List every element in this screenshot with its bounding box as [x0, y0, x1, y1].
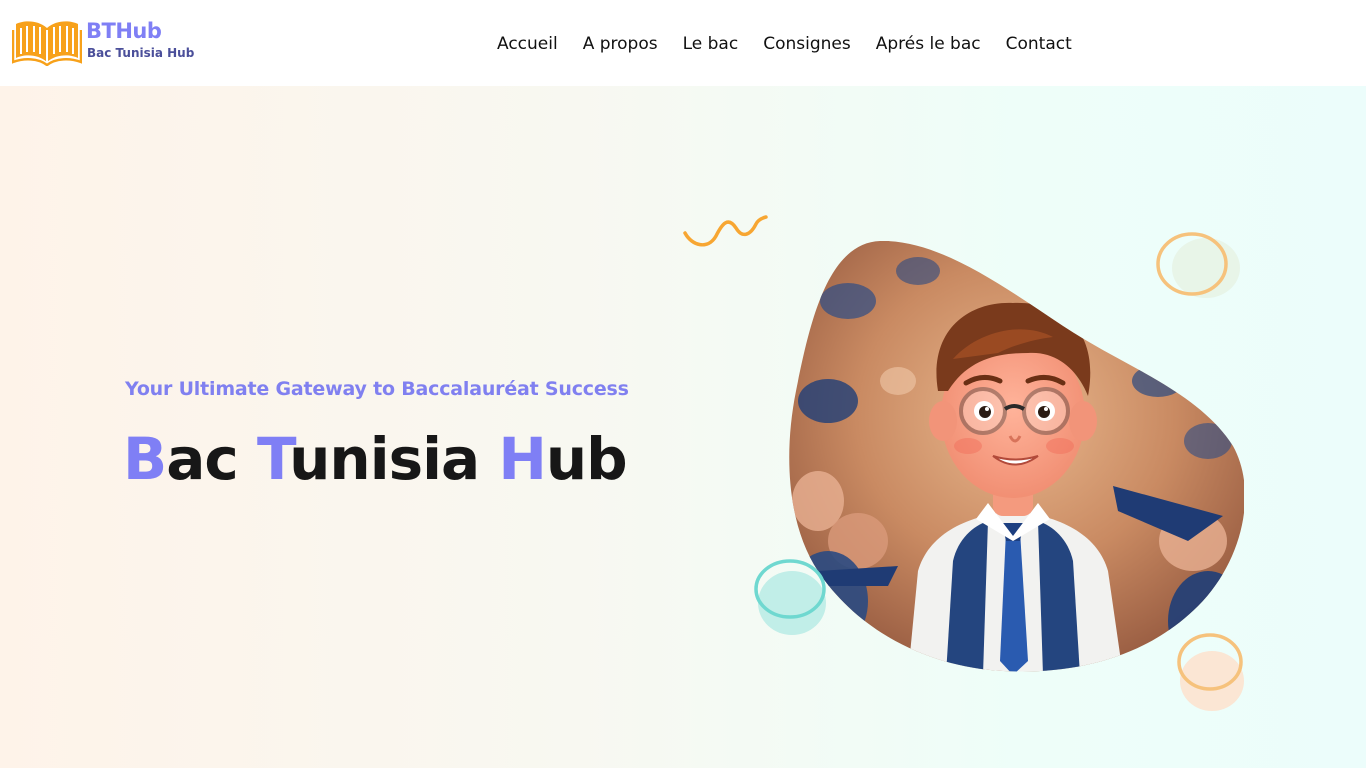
hero-tagline: Your Ultimate Gateway to Baccalauréat Su… [125, 378, 629, 400]
hero-section: Your Ultimate Gateway to Baccalauréat Su… [0, 86, 1366, 768]
brand-subtitle: Bac Tunisia Hub [87, 46, 195, 60]
site-header: BTHub Bac Tunisia Hub Accueil A propos L… [0, 0, 1366, 86]
title-part-ac: ac [166, 425, 257, 493]
brand-name: BTHub [86, 19, 162, 43]
nav-item-le-bac[interactable]: Le bac [683, 33, 739, 57]
ring-decoration-bottom [1177, 633, 1244, 711]
squiggle-decoration [683, 215, 768, 247]
brand-logo[interactable]: BTHub Bac Tunisia Hub [12, 18, 212, 68]
title-letter-t: T [256, 425, 290, 493]
ring-decoration-teal [754, 559, 826, 635]
title-part-ub: ub [545, 425, 628, 493]
nav-item-apres-le-bac[interactable]: Aprés le bac [876, 33, 981, 57]
main-nav: Accueil A propos Le bac Consignes Aprés … [497, 33, 1072, 57]
nav-item-a-propos[interactable]: A propos [583, 33, 658, 57]
title-letter-h: H [498, 425, 547, 493]
graduate-student-illustration [789, 241, 1244, 672]
title-letter-b: B [123, 425, 167, 493]
nav-item-consignes[interactable]: Consignes [763, 33, 851, 57]
hero-title: Bac Tunisia Hub [123, 419, 628, 499]
nav-item-contact[interactable]: Contact [1006, 33, 1072, 57]
title-part-unisia: unisia [289, 425, 499, 493]
open-book-icon [12, 21, 82, 66]
nav-item-accueil[interactable]: Accueil [497, 33, 558, 57]
